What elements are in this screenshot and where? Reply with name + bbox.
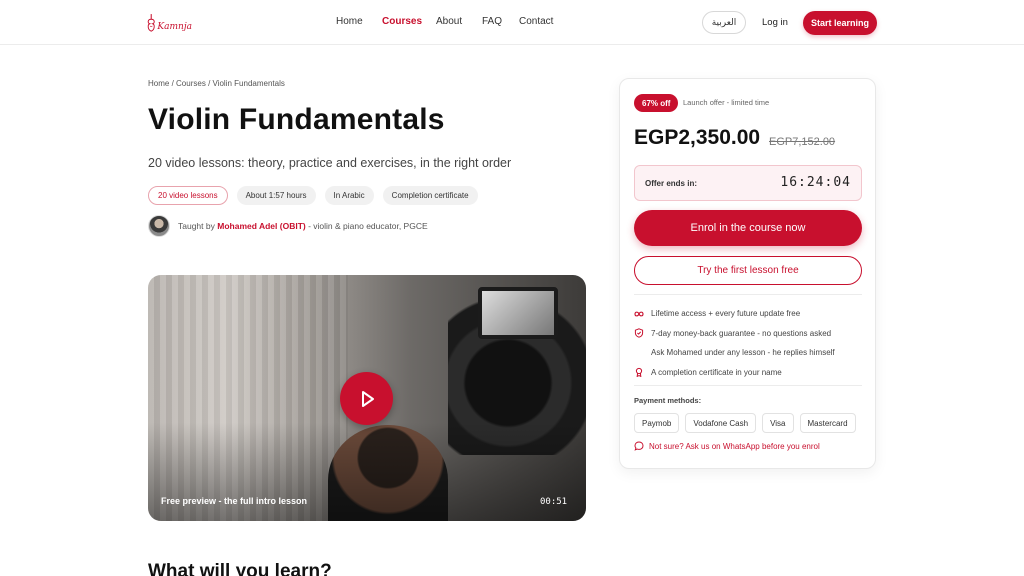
login-link[interactable]: Log in: [762, 17, 788, 28]
logo-text: Kamnja: [157, 22, 192, 32]
language-toggle-button[interactable]: العربية: [702, 11, 746, 34]
payment-method-chip: Vodafone Cash: [685, 413, 757, 433]
start-learning-button[interactable]: Start learning: [803, 11, 877, 35]
original-price: EGP7,152.00: [769, 136, 836, 148]
top-navigation-bar: Kamnja Home Courses About FAQ Contact ال…: [0, 0, 1024, 45]
payment-methods-list: Paymob Vodafone Cash Visa Mastercard: [634, 413, 856, 433]
feature-item: Lifetime access + every future update fr…: [634, 304, 835, 324]
video-caption: Free preview - the full intro lesson: [161, 496, 308, 506]
feature-list: Lifetime access + every future update fr…: [634, 304, 835, 382]
nav-courses[interactable]: Courses: [382, 16, 436, 27]
whatsapp-text[interactable]: Not sure? Ask us on WhatsApp before you …: [649, 442, 820, 451]
chip-lesson-count: 20 video lessons: [148, 186, 228, 205]
countdown-label: Offer ends in:: [645, 179, 698, 188]
current-price: EGP2,350.00: [634, 126, 761, 149]
instructor-text: Taught by Mohamed Adel (OBIT) - violin &…: [178, 221, 428, 231]
play-button[interactable]: [340, 372, 393, 425]
purchase-card: 67% off Launch offer - limited time EGP2…: [619, 78, 876, 469]
breadcrumb-courses[interactable]: Courses: [176, 79, 206, 88]
violin-icon: [147, 14, 155, 32]
breadcrumb-home[interactable]: Home: [148, 79, 169, 88]
payment-methods-label: Payment methods:: [634, 396, 702, 405]
main-nav: Home Courses About FAQ Contact: [336, 16, 569, 27]
discount-badge: 67% off: [634, 94, 679, 112]
feature-item: A completion certificate in your name: [634, 363, 835, 383]
feature-item: 7-day money-back guarantee - no question…: [634, 324, 835, 344]
chip-duration: About 1:57 hours: [236, 186, 316, 205]
payment-method-chip: Paymob: [634, 413, 680, 433]
offer-label: Launch offer - limited time: [683, 98, 770, 107]
feature-text: 7-day money-back guarantee - no question…: [651, 328, 832, 338]
shield-icon: [634, 328, 644, 338]
instructor-name-link[interactable]: Mohamed Adel (OBIT): [217, 221, 305, 231]
certificate-icon: [634, 367, 644, 378]
card-divider: [634, 294, 862, 295]
payment-method-chip: Visa: [762, 413, 794, 433]
logo[interactable]: Kamnja: [146, 9, 192, 37]
what-you-learn-heading: What will you learn?: [148, 561, 332, 576]
chat-bubble-icon: [634, 441, 644, 451]
whatsapp-link[interactable]: Not sure? Ask us on WhatsApp before you …: [634, 441, 820, 451]
enrol-button[interactable]: Enrol in the course now: [634, 210, 862, 246]
nav-contact[interactable]: Contact: [519, 16, 569, 27]
instructor-prefix: Taught by: [178, 221, 215, 231]
video-duration: 00:51: [540, 497, 568, 507]
nav-about[interactable]: About: [436, 16, 482, 27]
play-icon: [361, 390, 374, 407]
offer-countdown: Offer ends in: 16:24:04: [634, 165, 862, 201]
page-title: Violin Fundamentals: [148, 103, 445, 136]
feature-item: Ask Mohamed under any lesson - he replie…: [634, 343, 835, 363]
infinity-icon: [634, 309, 644, 319]
instructor-avatar: [148, 215, 170, 237]
card-divider: [634, 385, 862, 386]
instructor-credentials: - violin & piano educator, PGCE: [308, 221, 428, 231]
nav-home[interactable]: Home: [336, 16, 382, 27]
instructor-line: Taught by Mohamed Adel (OBIT) - violin &…: [148, 215, 428, 237]
feature-text: A completion certificate in your name: [651, 367, 782, 377]
feature-text: Ask Mohamed under any lesson - he replie…: [651, 348, 835, 358]
empty-icon-slot: [634, 348, 644, 358]
course-subtitle: 20 video lessons: theory, practice and e…: [148, 156, 512, 170]
free-lesson-button[interactable]: Try the first lesson free: [634, 256, 862, 285]
preview-video[interactable]: Free preview - the full intro lesson 00:…: [148, 275, 586, 521]
feature-text: Lifetime access + every future update fr…: [651, 309, 801, 319]
breadcrumb-current: Violin Fundamentals: [212, 79, 285, 88]
course-info-chips: 20 video lessons About 1:57 hours In Ara…: [148, 186, 478, 205]
payment-method-chip: Mastercard: [799, 413, 856, 433]
countdown-timer: 16:24:04: [780, 175, 851, 190]
breadcrumb: Home / Courses / Violin Fundamentals: [148, 79, 285, 88]
chip-language: In Arabic: [324, 186, 374, 205]
nav-faq[interactable]: FAQ: [482, 16, 519, 27]
chip-certificate: Completion certificate: [382, 186, 478, 205]
